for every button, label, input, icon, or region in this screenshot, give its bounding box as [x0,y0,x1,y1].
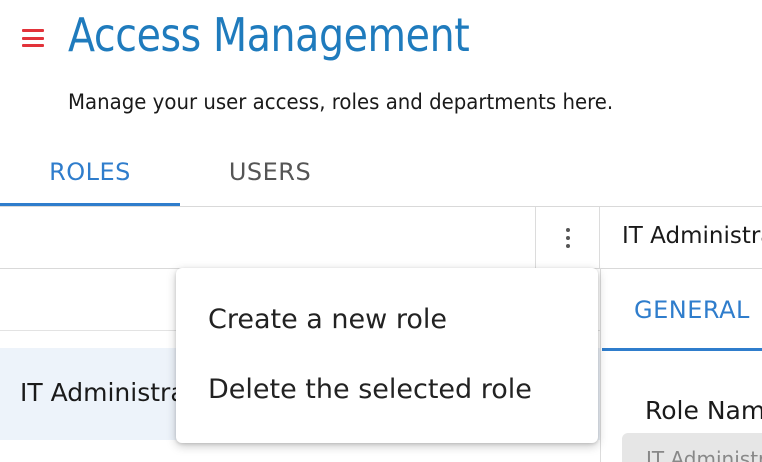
hamburger-menu-icon[interactable] [22,29,44,47]
access-management-page: Access Management Manage your user acces… [0,0,762,462]
create-role-menu-item[interactable]: Create a new role [176,290,598,350]
role-actions-menu: Create a new role Delete the selected ro… [176,268,598,443]
toolbar-row: IT Administrator [0,207,762,268]
more-options-button[interactable] [535,207,600,268]
selected-role-header: IT Administrator [622,223,762,249]
more-vertical-icon [565,227,570,248]
tab-general-label: GENERAL [634,296,750,324]
pane-divider [600,268,601,462]
tab-general[interactable]: GENERAL [602,268,762,351]
delete-role-menu-item-label: Delete the selected role [208,374,532,405]
role-name-input[interactable] [622,433,762,462]
delete-role-menu-item[interactable]: Delete the selected role [176,360,598,420]
role-name-label: Role Name [645,396,762,425]
create-role-menu-item-label: Create a new role [208,304,447,335]
page-title: Access Management [68,8,470,62]
tab-users[interactable]: USERS [180,140,360,204]
page-subtitle: Manage your user access, roles and depar… [68,90,614,114]
main-tabs: ROLES USERS [0,140,762,206]
tab-roles[interactable]: ROLES [0,140,180,206]
